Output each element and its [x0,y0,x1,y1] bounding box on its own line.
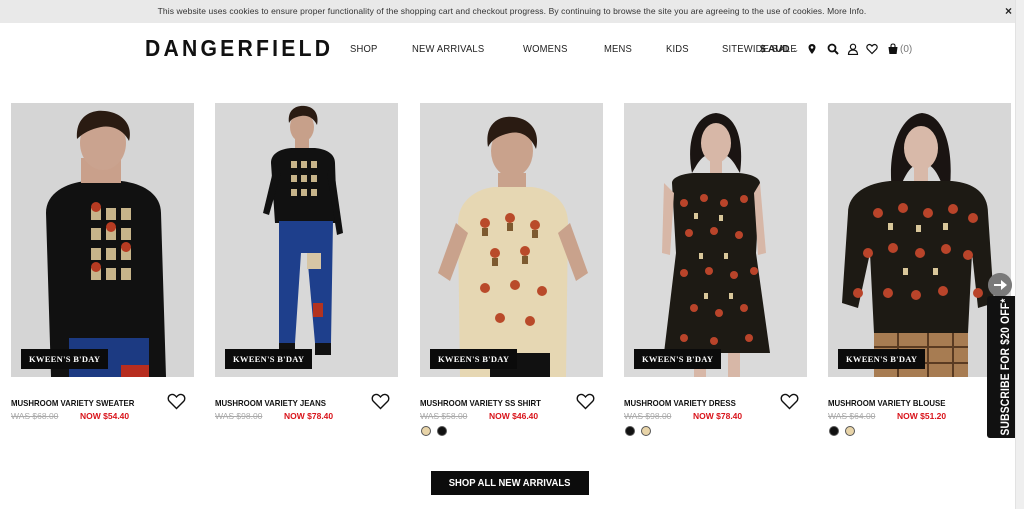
product-now-price: NOW $78.40 [284,411,334,421]
swatch-cream[interactable] [421,426,431,436]
product-was-price: WAS $58.00 [420,411,468,421]
swatch-black[interactable] [625,426,635,436]
site-header: DANGERFIELD SHOP NEW ARRIVALS WOMENS MEN… [0,23,1024,79]
product-name[interactable]: MUSHROOM VARIETY DRESS [624,398,736,408]
wishlist-icon[interactable] [866,43,878,55]
product-image[interactable]: KWEEN'S B'DAY [828,103,1011,377]
color-swatches [421,426,453,436]
account-icon[interactable] [847,43,859,55]
promo-badge: KWEEN'S B'DAY [21,349,109,369]
product-name[interactable]: MUSHROOM VARIETY SWEATER [11,398,134,408]
page-scrollbar[interactable] [1015,0,1024,509]
product-was-price: WAS $98.00 [215,411,263,421]
subscribe-offer-label: SUBSCRIBE FOR $20 OFF* [997,298,1012,436]
shop-all-label: SHOP ALL NEW ARRIVALS [449,477,571,489]
product-card[interactable]: KWEEN'S B'DAY MUSHROOM VARIETY JEANS WAS… [215,103,398,421]
model-photo [11,103,194,377]
product-card[interactable]: KWEEN'S B'DAY MUSHROOM VARIETY SWEATER W… [11,103,194,421]
product-card[interactable]: KWEEN'S B'DAY MUSHROOM VARIETY BLOUSE WA… [828,103,1011,436]
heart-icon[interactable] [371,393,390,410]
cart-count[interactable]: (0) [900,44,912,55]
product-name[interactable]: MUSHROOM VARIETY BLOUSE [828,398,945,408]
product-card[interactable]: KWEEN'S B'DAY MUSHROOM VARIETY DRESS WAS… [624,103,807,436]
location-icon[interactable] [806,43,818,55]
nav-mens[interactable]: MENS [604,43,632,55]
cart-icon[interactable] [887,43,899,55]
product-image[interactable]: KWEEN'S B'DAY [215,103,398,377]
product-image[interactable]: KWEEN'S B'DAY [420,103,603,377]
currency-label: $ AUD [760,44,790,55]
swatch-black[interactable] [829,426,839,436]
product-was-price: WAS $64.00 [828,411,876,421]
product-image[interactable]: KWEEN'S B'DAY [624,103,807,377]
product-was-price: WAS $98.00 [624,411,672,421]
brand-logo[interactable]: DANGERFIELD [145,35,333,62]
product-now-price: NOW $78.40 [693,411,743,421]
product-card[interactable]: KWEEN'S B'DAY MUSHROOM VARIETY SS SHIRT … [420,103,603,436]
product-image[interactable]: KWEEN'S B'DAY [11,103,194,377]
product-now-price: NOW $54.40 [80,411,130,421]
product-now-price: NOW $51.20 [897,411,947,421]
chevron-down-icon: ⌄ [792,45,800,54]
nav-shop[interactable]: SHOP [350,43,378,55]
model-photo [624,103,807,377]
promo-badge: KWEEN'S B'DAY [838,349,926,369]
search-icon[interactable] [827,43,839,55]
model-photo [828,103,1011,377]
color-swatches [829,426,861,436]
swatch-black[interactable] [437,426,447,436]
currency-selector[interactable]: $ AUD ⌄ [760,44,799,55]
promo-badge: KWEEN'S B'DAY [634,349,722,369]
product-name[interactable]: MUSHROOM VARIETY JEANS [215,398,326,408]
cookie-close-icon[interactable]: × [1005,4,1012,18]
color-swatches [625,426,657,436]
product-was-price: WAS $68.00 [11,411,59,421]
product-name[interactable]: MUSHROOM VARIETY SS SHIRT [420,398,541,408]
nav-new-arrivals[interactable]: NEW ARRIVALS [412,43,484,55]
carousel-next-arrow-icon[interactable] [988,273,1012,297]
swatch-cream[interactable] [845,426,855,436]
swatch-cream[interactable] [641,426,651,436]
shop-all-new-arrivals-button[interactable]: SHOP ALL NEW ARRIVALS [431,471,589,495]
nav-kids[interactable]: KIDS [666,43,689,55]
cookie-notice-text: This website uses cookies to ensure prop… [157,6,867,16]
cookie-notice-bar: This website uses cookies to ensure prop… [0,0,1024,23]
heart-icon[interactable] [576,393,595,410]
model-photo [215,103,398,377]
heart-icon[interactable] [780,393,799,410]
heart-icon[interactable] [167,393,186,410]
product-now-price: NOW $46.40 [489,411,539,421]
promo-badge: KWEEN'S B'DAY [430,349,518,369]
nav-womens[interactable]: WOMENS [523,43,568,55]
page: This website uses cookies to ensure prop… [0,0,1024,509]
model-photo [420,103,603,377]
promo-badge: KWEEN'S B'DAY [225,349,313,369]
